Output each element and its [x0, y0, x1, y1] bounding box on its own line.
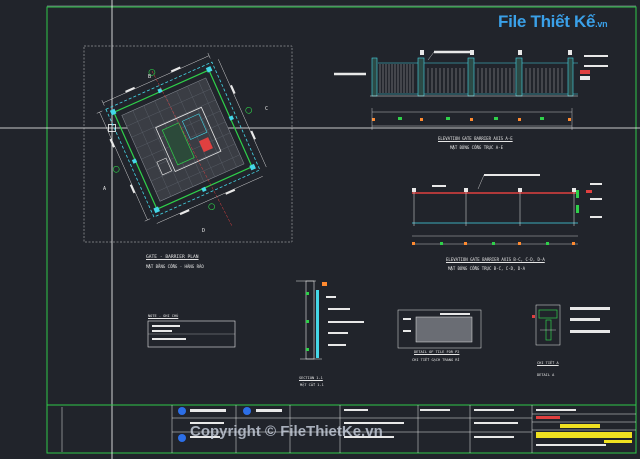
- watermark-logo-suffix: .vn: [595, 19, 608, 29]
- elevation-1-subtitle: MẶT ĐỨNG CỔNG TRỤC A-E: [450, 145, 503, 150]
- point-label-b: B: [148, 74, 151, 80]
- watermark-copyright: Copyright © FileThietKe.vn: [190, 423, 383, 440]
- crosshair-cursor-icon: [0, 0, 640, 459]
- detail-a-title: CHI TIẾT A: [537, 361, 559, 365]
- note-box: [147, 320, 236, 348]
- elevation-2-subtitle: MẶT ĐỨNG CỔNG TRỤC B-C, C-D, D-A: [448, 266, 526, 271]
- point-label-d: D: [202, 228, 205, 234]
- watermark-logo: File Thiết Kế.vn: [498, 12, 608, 32]
- elevation-1-title: ELEVATION GATE BARRIER AXIS A-E: [438, 136, 513, 141]
- section-subtitle: MẶT CẮT 1-1: [300, 383, 324, 387]
- section-1-1: [296, 280, 364, 360]
- elevation-2-title: ELEVATION GATE BARRIER AXIS B-C, C-D, D-…: [446, 257, 545, 262]
- point-label-c: C: [265, 106, 268, 112]
- elevation-axis-a-e: [334, 50, 608, 130]
- tile-detail-subtitle: CHI TIẾT GẠCH TRANG RÍ: [412, 358, 460, 362]
- detail-tile-p2: [397, 309, 482, 349]
- watermark-logo-text: File Thiết Kế: [498, 12, 596, 31]
- section-title: SECTION 1-1: [299, 376, 323, 380]
- detail-a-subtitle: DETAIL A: [537, 373, 555, 377]
- plan-subtitle: MẶT BẰNG CỔNG - HÀNG RÀO: [146, 264, 204, 269]
- cad-drawing-canvas[interactable]: A B C D: [0, 0, 640, 459]
- note-title: NOTE - GHI CHÚ: [148, 314, 179, 318]
- plan-title: GATE - BARRIER PLAN: [146, 255, 199, 260]
- gate-barrier-plan: A B C D: [83, 45, 293, 243]
- detail-a: [532, 304, 610, 346]
- point-label-a: A: [103, 186, 106, 192]
- elevation-axis-b-c-d: [412, 174, 602, 245]
- tile-detail-title: DETAIL OF TILE FOR P2: [414, 350, 460, 354]
